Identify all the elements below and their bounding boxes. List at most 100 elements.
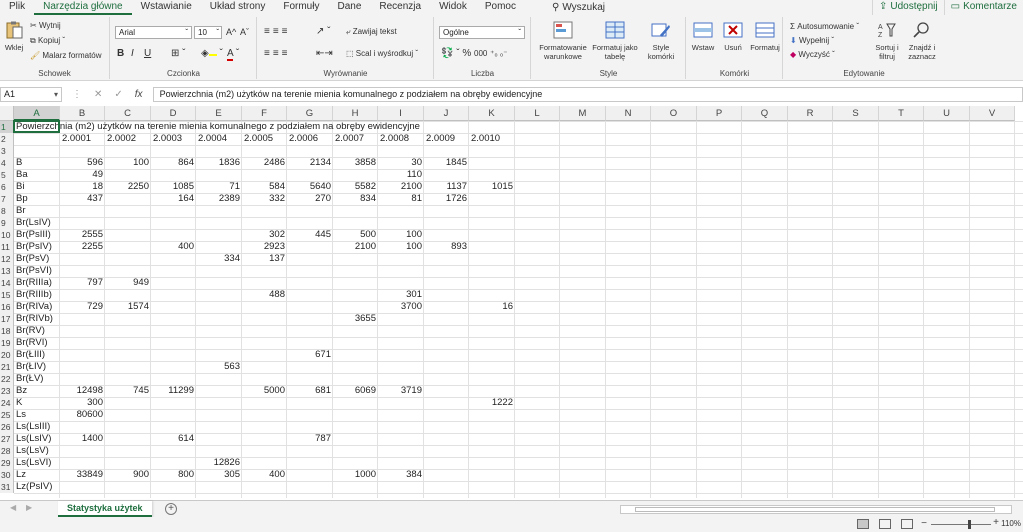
column-header[interactable]: N bbox=[606, 106, 651, 121]
name-box[interactable]: A1 ▾ bbox=[0, 86, 62, 102]
cell-F10[interactable]: 302 bbox=[242, 229, 287, 241]
cell-A1[interactable]: Powierzchnia (m2) użytków na terenie mie… bbox=[14, 121, 422, 133]
cell-A26[interactable]: Ls(LsIII) bbox=[14, 421, 60, 433]
cell-B5[interactable]: 49 bbox=[60, 169, 105, 181]
cell-H11[interactable]: 2100 bbox=[333, 241, 378, 253]
cell-H2[interactable]: 2.0007 bbox=[333, 133, 378, 145]
select-all-corner[interactable] bbox=[0, 106, 14, 121]
row-header[interactable]: 15 bbox=[0, 289, 14, 301]
insert-cells-button[interactable]: Wstaw bbox=[689, 21, 717, 52]
row-header[interactable]: 7 bbox=[0, 193, 14, 205]
column-header[interactable]: B bbox=[60, 106, 105, 121]
scrollbar-thumb[interactable] bbox=[635, 507, 995, 512]
menu-tab-7[interactable]: Widok bbox=[430, 0, 476, 15]
column-header[interactable]: U bbox=[924, 106, 970, 121]
font-name-select[interactable]: Arial ˇ bbox=[115, 26, 192, 39]
cell-G4[interactable]: 2134 bbox=[287, 157, 333, 169]
cell-F23[interactable]: 5000 bbox=[242, 385, 287, 397]
row-header[interactable]: 20 bbox=[0, 349, 14, 361]
cell-A27[interactable]: Ls(LsIV) bbox=[14, 433, 60, 445]
column-header[interactable]: A bbox=[14, 106, 60, 121]
cell-J6[interactable]: 1137 bbox=[424, 181, 469, 193]
cell-E6[interactable]: 71 bbox=[196, 181, 242, 193]
cell-K16[interactable]: 16 bbox=[469, 301, 515, 313]
cell-F15[interactable]: 488 bbox=[242, 289, 287, 301]
zoom-slider-knob[interactable] bbox=[968, 520, 971, 529]
column-header[interactable]: K bbox=[469, 106, 515, 121]
row-header[interactable]: 30 bbox=[0, 469, 14, 481]
cell-A8[interactable]: Br bbox=[14, 205, 60, 217]
vertical-align-icons[interactable]: ≡≡≡ bbox=[264, 26, 291, 37]
cell-G23[interactable]: 681 bbox=[287, 385, 333, 397]
cell-A5[interactable]: Ba bbox=[14, 169, 60, 181]
number-format-select[interactable]: Ogólne ˇ bbox=[439, 26, 525, 39]
cell-E29[interactable]: 12826 bbox=[196, 457, 242, 469]
column-header[interactable]: L bbox=[515, 106, 560, 121]
row-header[interactable]: 24 bbox=[0, 397, 14, 409]
cell-A13[interactable]: Br(PsVI) bbox=[14, 265, 60, 277]
cell-I4[interactable]: 30 bbox=[378, 157, 424, 169]
confirm-icon[interactable]: ✓ bbox=[114, 89, 122, 100]
cell-J4[interactable]: 1845 bbox=[424, 157, 469, 169]
column-header[interactable]: F bbox=[242, 106, 287, 121]
cell-B6[interactable]: 18 bbox=[60, 181, 105, 193]
menu-tab-3[interactable]: Układ strony bbox=[201, 0, 275, 15]
cell-I10[interactable]: 100 bbox=[378, 229, 424, 241]
font-color-icon[interactable]: A ˇ bbox=[227, 48, 239, 61]
cell-A15[interactable]: Br(RIIIb) bbox=[14, 289, 60, 301]
row-header[interactable]: 19 bbox=[0, 337, 14, 349]
cell-I2[interactable]: 2.0008 bbox=[378, 133, 424, 145]
cell-F30[interactable]: 400 bbox=[242, 469, 287, 481]
row-header[interactable]: 26 bbox=[0, 421, 14, 433]
row-header[interactable]: 17 bbox=[0, 313, 14, 325]
cell-H4[interactable]: 3858 bbox=[333, 157, 378, 169]
cell-C14[interactable]: 949 bbox=[105, 277, 151, 289]
format-painter-button[interactable]: 🖌 Malarz formatów bbox=[30, 51, 102, 60]
cell-D2[interactable]: 2.0003 bbox=[151, 133, 196, 145]
column-header[interactable]: J bbox=[424, 106, 469, 121]
cut-button[interactable]: ✂ Wytnij bbox=[30, 21, 61, 30]
menu-tab-4[interactable]: Formuły bbox=[274, 0, 328, 15]
cell-H30[interactable]: 1000 bbox=[333, 469, 378, 481]
menu-tab-1[interactable]: Narzędzia główne bbox=[34, 0, 132, 15]
column-header[interactable]: E bbox=[196, 106, 242, 121]
insert-function-icon[interactable]: fx bbox=[135, 89, 143, 100]
row-header[interactable]: 14 bbox=[0, 277, 14, 289]
cell-G2[interactable]: 2.0006 bbox=[287, 133, 333, 145]
row-header[interactable]: 9 bbox=[0, 217, 14, 229]
cell-F12[interactable]: 137 bbox=[242, 253, 287, 265]
cell-C16[interactable]: 1574 bbox=[105, 301, 151, 313]
column-header[interactable]: C bbox=[105, 106, 151, 121]
cell-K24[interactable]: 1222 bbox=[469, 397, 515, 409]
scroll-right-icon[interactable]: ▶ bbox=[26, 503, 32, 512]
scroll-left-icon[interactable]: ◀ bbox=[10, 503, 16, 512]
copy-button[interactable]: ⧉ Kopiuj ˇ bbox=[30, 36, 65, 46]
normal-view-icon[interactable] bbox=[857, 519, 869, 529]
cell-A7[interactable]: Bp bbox=[14, 193, 60, 205]
indent-icons[interactable]: ⇤⇥ bbox=[316, 48, 333, 59]
cell-I6[interactable]: 2100 bbox=[378, 181, 424, 193]
row-header[interactable]: 25 bbox=[0, 409, 14, 421]
cell-F6[interactable]: 584 bbox=[242, 181, 287, 193]
cell-B10[interactable]: 2555 bbox=[60, 229, 105, 241]
cell-I30[interactable]: 384 bbox=[378, 469, 424, 481]
cell-G6[interactable]: 5640 bbox=[287, 181, 333, 193]
row-header[interactable]: 28 bbox=[0, 445, 14, 457]
cell-B25[interactable]: 80600 bbox=[60, 409, 105, 421]
format-as-table-button[interactable]: Formatuj jako tabelę bbox=[590, 21, 640, 61]
cell-D27[interactable]: 614 bbox=[151, 433, 196, 445]
number-format-icons[interactable]: 💱 ˇ % 000 ⁺₀ ₀⁻ bbox=[441, 48, 507, 59]
horizontal-align-icons[interactable]: ≡≡≡ bbox=[264, 48, 291, 59]
column-header[interactable]: H bbox=[333, 106, 378, 121]
cancel-icon[interactable]: ✕ bbox=[94, 89, 102, 100]
cell-A23[interactable]: Bz bbox=[14, 385, 60, 397]
menu-tab-2[interactable]: Wstawianie bbox=[132, 0, 201, 15]
cell-K6[interactable]: 1015 bbox=[469, 181, 515, 193]
cell-H10[interactable]: 500 bbox=[333, 229, 378, 241]
horizontal-scrollbar[interactable] bbox=[620, 505, 1012, 514]
cell-J7[interactable]: 1726 bbox=[424, 193, 469, 205]
merge-center-button[interactable]: ⬚ Scal i wyśrodkuj ˇ bbox=[346, 49, 418, 58]
cell-I23[interactable]: 3719 bbox=[378, 385, 424, 397]
sort-filter-button[interactable]: AZ Sortuj i filtruj bbox=[872, 21, 902, 61]
cell-A12[interactable]: Br(PsV) bbox=[14, 253, 60, 265]
